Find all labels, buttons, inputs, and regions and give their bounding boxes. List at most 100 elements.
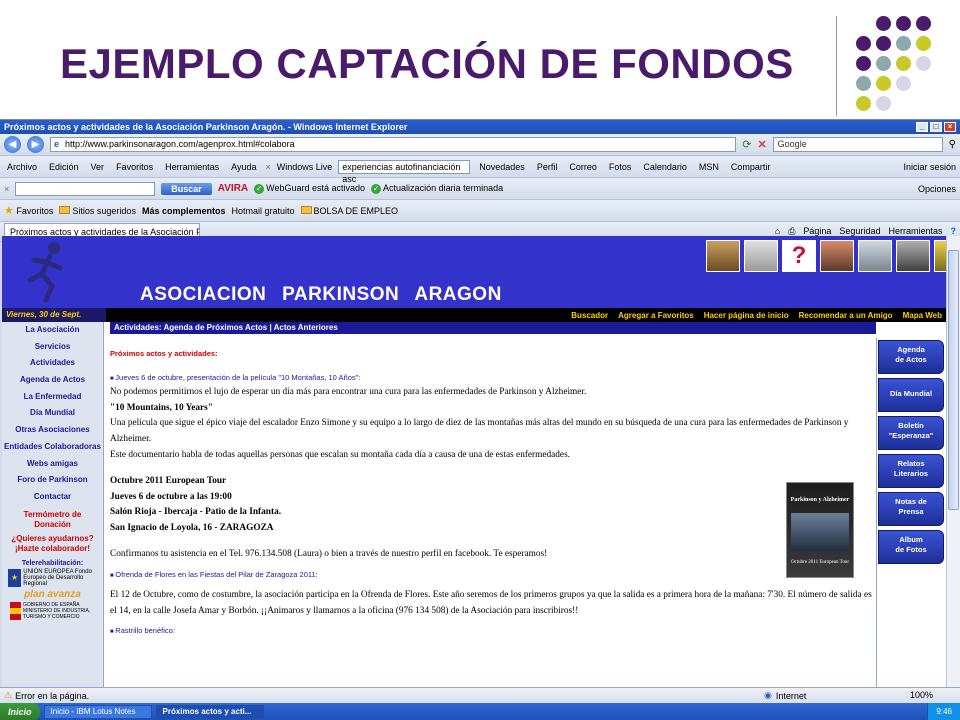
vertical-scrollbar[interactable] [946,236,960,687]
decorative-dot [856,96,871,111]
close-button[interactable]: × [944,122,956,132]
poster-image [791,512,849,551]
nav-otras-asociaciones[interactable]: Otras Asociaciones [2,422,103,439]
spain-flag-icon [10,601,22,620]
live-link-compartir[interactable]: Compartir [728,162,774,172]
menu-item-favoritos[interactable]: Favoritos [113,162,156,172]
slide-title: EJEMPLO CAPTACIÓN DE FONDOS [60,40,794,87]
nav-agenda-actos[interactable]: Agenda de Actos [2,372,103,389]
forward-icon[interactable]: ▶ [27,136,44,153]
stop-icon[interactable]: ✕ [757,138,766,151]
site-left-nav: La Asociación Servicios Actividades Agen… [2,322,104,687]
task-lotus-notes[interactable]: Inicio - IBM Lotus Notes [43,705,152,719]
live-link-fotos[interactable]: Fotos [606,162,635,172]
rnav-dia-mundial[interactable]: Día Mundial [878,378,944,412]
live-link-calendario[interactable]: Calendario [640,162,690,172]
menu-item-herramientas[interactable]: Herramientas [162,162,222,172]
paragraph: Una película que sigue el épico viaje de… [110,418,849,445]
avira-search-input[interactable] [15,181,156,196]
fav-hotmail[interactable]: Hotmail gratuito [231,206,294,216]
decorative-dot [876,56,891,71]
address-bar[interactable]: http://www.parkinsonaragon.com/agenprox.… [50,137,737,152]
gobierno-logo: GOBIERNO DE ESPAÑA MINISTERIO DE INDUSTR… [10,601,95,620]
live-link-novedades[interactable]: Novedades [476,162,528,172]
plan-avanza-logo: plan avanza [24,588,81,600]
site-header: ASOCIACION PARKINSON ARAGON ? [2,236,946,308]
maximize-button[interactable]: □ [930,122,942,132]
item-heading: Jueves 6 de octubre, presentación de la … [110,372,874,385]
menu-item-ver[interactable]: Ver [88,162,108,172]
fav-mas-complementos[interactable]: Más complementos [142,206,226,216]
nav-dia-mundial[interactable]: Día Mundial [2,405,103,422]
options-button[interactable]: Opciones [918,184,956,194]
main-content: Próximos actos y actividades: Jueves 6 d… [110,340,874,687]
refresh-icon[interactable]: ⟳ [742,138,751,151]
event-line: Octubre 2011 European Tour [110,475,227,486]
start-button[interactable]: Inicio [0,703,40,720]
poster-subtitle: Octubre 2011 European Tour [790,559,850,565]
close-toolbar-icon[interactable]: × [265,162,270,172]
check-icon: ✓ [254,184,265,194]
menu-item-ayuda[interactable]: Ayuda [228,162,259,172]
nav-la-enfermedad[interactable]: La Enfermedad [2,389,103,406]
rnav-album-fotos[interactable]: Album de Fotos [878,530,944,564]
rnav-agenda-actos[interactable]: Agenda de Actos [878,340,944,374]
nav-termometro[interactable]: Termómetro de Donación [2,510,103,530]
live-link-correo[interactable]: Correo [566,162,600,172]
eu-flag-icon: ★ [8,568,22,587]
nav-foro-parkinson[interactable]: Foro de Parkinson [2,472,103,489]
search-icon[interactable]: ⚲ [949,139,956,150]
nav-webs-amigas[interactable]: Webs amigas [2,456,103,473]
decorative-dot [876,76,891,91]
nav-servicios[interactable]: Servicios [2,339,103,356]
globe-icon: ◉ [764,690,772,700]
fav-sitios-sugeridos[interactable]: Sitios sugeridos [59,205,136,216]
zoom-level[interactable]: 100% [910,690,933,700]
buscar-button[interactable]: Buscar [161,182,212,195]
item-heading: Ofrenda de Flores en las Fiestas del Pil… [110,569,874,582]
security-zone: ◉ Internet [764,690,807,701]
decorative-dot [876,36,891,51]
divider-line [836,16,837,116]
decorative-dot [876,16,891,31]
fav-bolsa-empleo[interactable]: BOLSA DE EMPLEO [300,205,398,216]
live-search-input[interactable]: experiencias autofinanciación asc [338,159,471,184]
link-recomendar[interactable]: Recomendar a un Amigo [799,311,893,320]
live-link-msn[interactable]: MSN [696,162,722,172]
status-text[interactable]: Error en la página. [15,691,89,701]
rnav-notas-prensa[interactable]: Notas de Prensa [878,492,944,526]
favorites-button[interactable]: ★ Favoritos [4,204,53,217]
photo-thumb [820,240,854,272]
site-right-nav: Agenda de Actos Día Mundial Boletín "Esp… [876,338,946,687]
nav-la-asociacion[interactable]: La Asociación [2,322,103,339]
nav-colaborador[interactable]: ¿Quieres ayudarnos? ¡Hazte colaborador! [2,534,103,554]
link-buscador[interactable]: Buscador [571,311,608,320]
rnav-boletin[interactable]: Boletín "Esperanza" [878,416,944,450]
slide: EJEMPLO CAPTACIÓN DE FONDOS Próximos act… [0,0,960,720]
back-icon[interactable]: ◀ [4,136,21,153]
decorative-dot [916,36,931,51]
live-link-perfil[interactable]: Perfil [534,162,561,172]
close-toolbar-icon-2[interactable]: × [4,184,9,194]
link-mapa-web[interactable]: Mapa Web [903,311,942,320]
nav-actividades[interactable]: Actividades [2,355,103,372]
minimize-button[interactable]: _ [916,122,928,132]
signin-link[interactable]: Iniciar sesión [903,162,956,172]
menu-item-edicion[interactable]: Edición [46,162,82,172]
decorative-dot [856,36,871,51]
windows-live-brand[interactable]: Windows Live [277,162,333,172]
rnav-relatos[interactable]: Relatos Literarios [878,454,944,488]
link-pagina-inicio[interactable]: Hacer página de inicio [704,311,789,320]
nav-entidades-colaboradoras[interactable]: Entidades Colaboradoras [2,439,103,456]
scrollbar-thumb[interactable] [948,250,959,510]
link-agregar-favoritos[interactable]: Agregar a Favoritos [618,311,694,320]
menu-item-archivo[interactable]: Archivo [4,162,40,172]
task-ie-window[interactable]: Próximos actos y acti... [155,705,264,719]
eu-logo: ★ UNIÓN EUROPEA Fondo Europeo de Desarro… [8,568,97,587]
update-status: ✓ Actualización diaria terminada [371,183,504,194]
nav-contactar[interactable]: Contactar [2,489,103,506]
photo-thumb [896,240,930,272]
avira-logo: AVIRA [217,183,249,194]
breadcrumb[interactable]: Actividades: Agenda de Próximos Actos | … [110,322,876,334]
search-input[interactable]: Google [772,137,943,152]
